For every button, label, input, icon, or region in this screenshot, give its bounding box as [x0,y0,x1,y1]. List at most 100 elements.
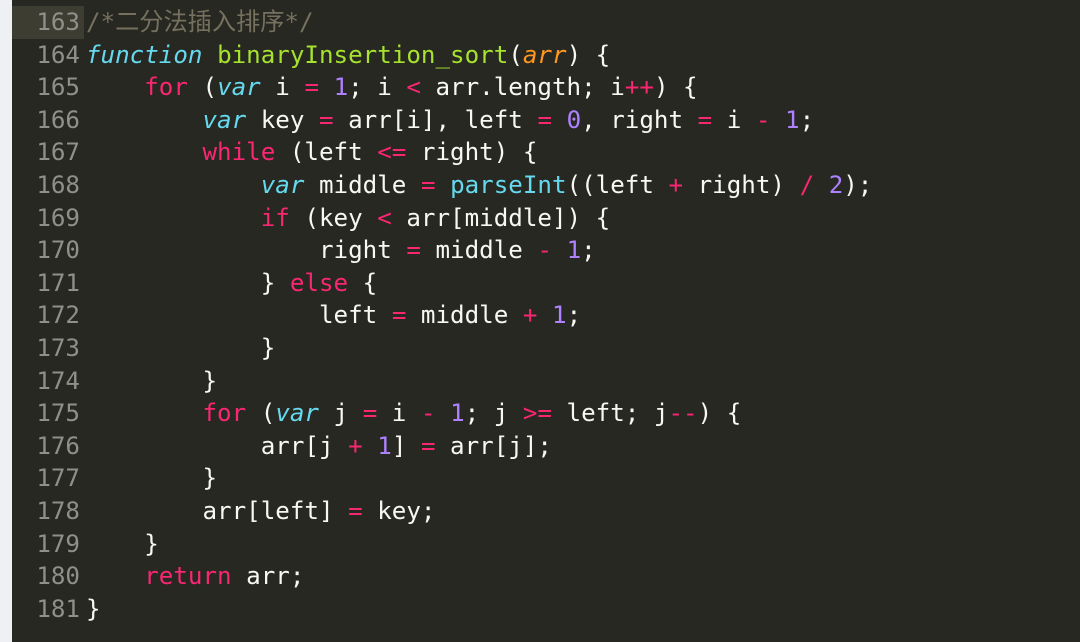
code-line[interactable]: 175 for (var j = i - 1; j >= left; j--) … [12,397,872,430]
code-line[interactable]: 166 var key = arr[i], left = 0, right = … [12,104,872,137]
line-number: 164 [36,40,80,69]
code-token: = [348,496,363,525]
code-token: j [319,399,363,428]
code-token: = [697,105,713,134]
code-token: ; [566,301,582,330]
code-token: ) { [566,40,611,69]
code-line[interactable]: 178 arr[left] = key; [12,495,872,528]
code-token: arr[middle]) { [391,203,611,232]
line-text: } [84,593,101,626]
code-token: 1 [333,73,349,102]
line-text: var key = arr[i], left = 0, right = i - … [84,104,815,137]
code-token: (left [275,138,378,167]
line-number: 168 [36,170,80,199]
code-token: ) { [697,399,742,428]
code-token: - [420,399,436,428]
code-token: ; [799,105,815,134]
code-area[interactable]: 163/*二分法插入排序*/164 function binaryInsertio… [12,6,872,625]
code-line[interactable]: 165 for (var i = 1; i < arr.length; i++)… [12,71,872,104]
code-token: i [260,73,305,102]
line-text: arr[left] = key; [84,495,436,528]
code-line[interactable]: 173 } [12,332,872,365]
code-token: 1 [377,431,392,460]
code-token: for [144,73,188,102]
code-token: key; [362,496,436,525]
code-token: = [406,236,421,265]
code-editor[interactable]: 163/*二分法插入排序*/164 function binaryInsertio… [12,0,1080,642]
code-token: middle [304,170,421,199]
code-line[interactable]: 180 return arr; [12,560,872,593]
code-line[interactable]: 181} [12,593,872,626]
code-line[interactable]: 177 } [12,462,872,495]
code-line[interactable]: 168 var middle = parseInt((left + right)… [12,169,872,202]
code-token: if [260,203,290,232]
line-text: } [84,365,217,398]
code-token: while [202,138,276,167]
line-text: for (var j = i - 1; j >= left; j--) { [84,397,742,430]
line-number: 178 [36,496,80,525]
code-token: < [406,73,421,102]
code-line[interactable]: 164 function binaryInsertion_sort(arr) { [12,39,872,72]
code-token: = [391,301,407,330]
code-token: 1 [785,105,800,134]
code-token: ); [843,170,873,199]
line-number: 172 [36,301,80,330]
line-number: 166 [36,105,80,134]
code-token: return [144,562,232,591]
code-line[interactable]: 169 if (key < arr[middle]) { [12,202,872,235]
code-token: = [420,170,436,199]
code-token: < [377,203,392,232]
code-token: arr.length; i [420,73,625,102]
line-text: while (left <= right) { [84,136,538,169]
code-token: else [289,268,349,297]
code-token: + [348,431,363,460]
code-line[interactable]: 179 } [12,528,872,561]
code-line[interactable]: 163/*二分法插入排序*/ [12,6,872,39]
code-token: + [668,170,684,199]
code-line[interactable]: 167 while (left <= right) { [12,136,872,169]
code-token: arr[i], left [333,105,538,134]
code-token: >= [522,399,552,428]
code-token: } [86,464,218,493]
line-text: arr[j + 1] = arr[j]; [84,430,552,463]
code-token: - [537,236,552,265]
code-token: <= [377,138,407,167]
code-line[interactable]: 176 arr[j + 1] = arr[j]; [12,430,872,463]
code-token: 1 [450,399,465,428]
code-token: i [712,105,756,134]
code-token: ((left [566,170,669,199]
line-number: 169 [36,203,80,232]
line-text: function binaryInsertion_sort(arr) { [84,39,610,72]
line-number: 173 [36,333,80,362]
code-token: 0 [566,105,582,134]
code-token: = [537,105,552,134]
code-line[interactable]: 172 left = middle + 1; [12,299,872,332]
code-token: left; j [552,399,669,428]
code-line[interactable]: 174 } [12,365,872,398]
code-token: parseInt [450,170,567,199]
line-text: } else { [84,267,378,300]
code-token: } [86,333,276,362]
code-token: arr[left] [86,496,349,525]
code-token: middle [420,236,538,265]
code-token: ++ [624,73,654,102]
code-token: 1 [552,301,567,330]
code-token: right) { [406,138,538,167]
code-token: -- [668,399,698,428]
code-line[interactable]: 171 } else { [12,267,872,300]
code-line[interactable]: 170 right = middle - 1; [12,234,872,267]
line-text: for (var i = 1; i < arr.length; i++) { [84,71,697,104]
line-number: 181 [36,594,80,623]
code-token: for [202,399,247,428]
code-token: 1 [566,236,582,265]
